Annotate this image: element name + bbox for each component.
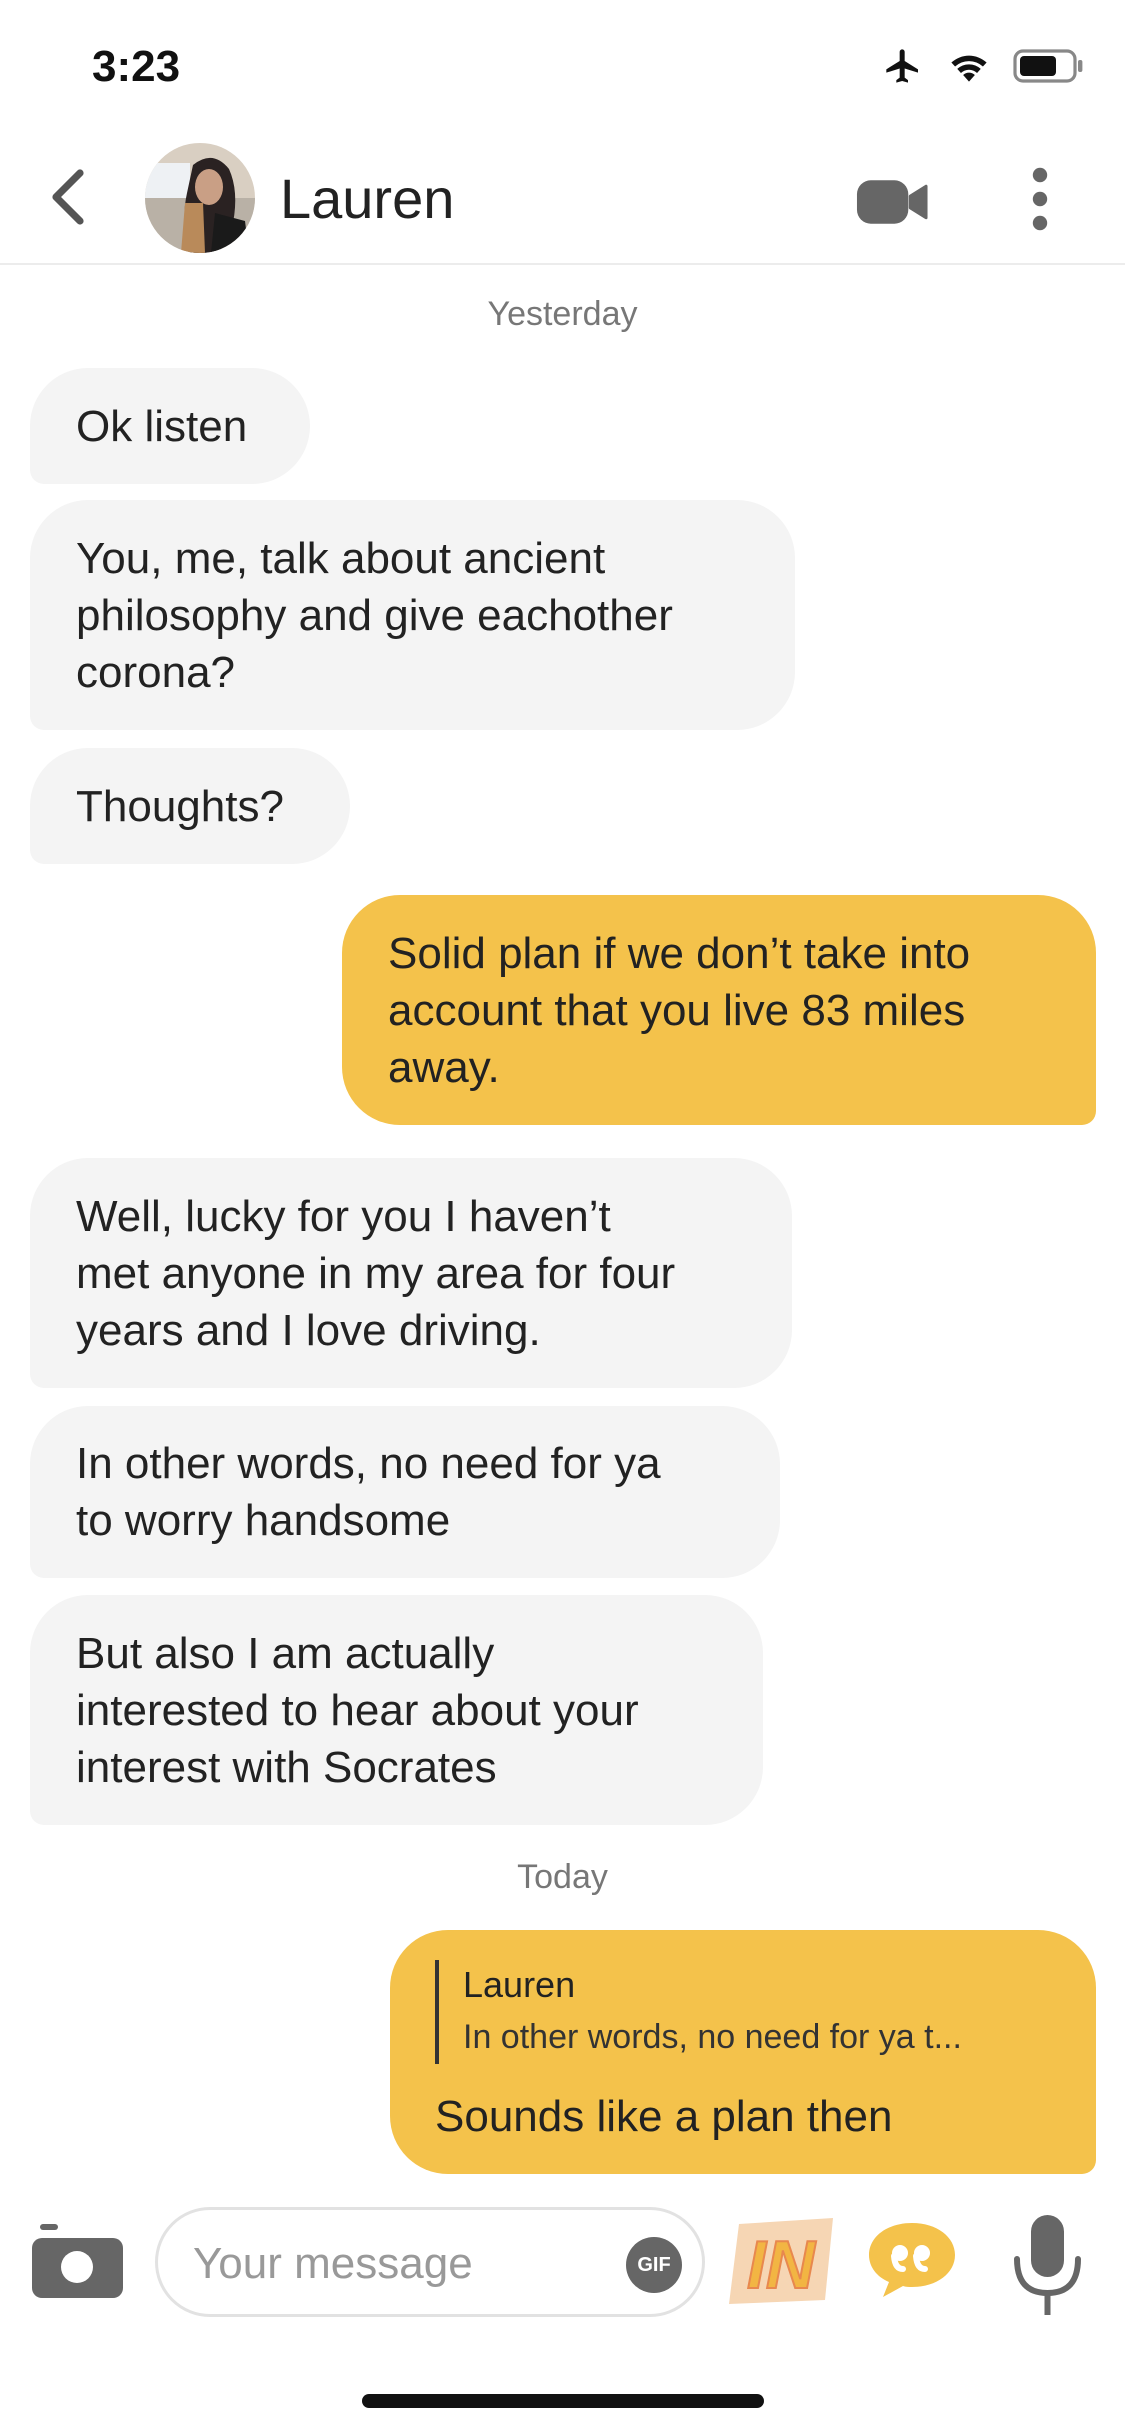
back-chevron-icon <box>52 169 84 225</box>
message-line: Sounds like a plan then <box>435 2091 893 2141</box>
more-options-button[interactable] <box>1020 164 1060 234</box>
message-line: Ok listen <box>76 401 248 451</box>
message-line: corona? <box>76 647 236 697</box>
airplane-icon <box>886 49 918 83</box>
camera-icon <box>32 2224 123 2298</box>
avatar[interactable] <box>145 143 255 253</box>
message-line: In other words, no need for ya <box>76 1439 661 1488</box>
status-bar: 3:23 <box>0 0 1125 130</box>
message-input[interactable] <box>193 2238 613 2290</box>
chat-header: Lauren <box>0 130 1125 265</box>
quoted-message[interactable]: Lauren In other words, no need for ya t.… <box>435 1959 1056 2064</box>
message-bubble-incoming[interactable]: You, me, talk about ancient philosophy a… <box>30 500 795 730</box>
status-time: 3:23 <box>92 42 181 91</box>
message-line: philosophy and give eachother <box>76 590 673 640</box>
message-line: away. <box>388 1042 500 1092</box>
microphone-icon <box>1014 2215 1081 2315</box>
day-separator-today: Today <box>517 1858 608 1896</box>
battery-icon <box>1013 49 1083 83</box>
message-line: interested to hear about your <box>76 1685 639 1735</box>
message-input-container: GIF <box>155 2207 705 2317</box>
in-badge-icon: IN <box>729 2218 833 2304</box>
message-bubble-outgoing[interactable]: Solid plan if we don’t take into account… <box>342 895 1096 1125</box>
quoted-text: In other words, no need for ya t... <box>463 2017 962 2056</box>
home-indicator[interactable] <box>362 2394 764 2408</box>
message-bubble-incoming[interactable]: In other words, no need for ya to worry … <box>30 1406 780 1578</box>
day-separator-yesterday: Yesterday <box>487 295 638 333</box>
video-call-button[interactable] <box>850 172 935 232</box>
quoted-author: Lauren <box>463 1963 576 2005</box>
message-line: Well, lucky for you I haven’t <box>76 1191 611 1241</box>
more-vertical-icon <box>1032 167 1048 231</box>
message-line: You, me, talk about ancient <box>76 533 606 583</box>
status-icons <box>881 46 1085 86</box>
message-bubble-incoming[interactable]: Well, lucky for you I haven’t met anyone… <box>30 1158 792 1388</box>
in-badge-button[interactable]: IN <box>725 2210 840 2310</box>
avatar-photo <box>145 143 255 253</box>
video-camera-icon <box>856 180 928 224</box>
contact-name[interactable]: Lauren <box>280 166 454 231</box>
gif-button[interactable]: GIF <box>626 2237 682 2293</box>
message-line: Thoughts? <box>76 781 284 831</box>
message-bubble-incoming[interactable]: Ok listen <box>30 368 310 484</box>
message-line: account that you live 83 miles <box>388 985 966 1035</box>
compliment-button[interactable] <box>865 2217 960 2302</box>
message-line: interest with Socrates <box>76 1742 497 1792</box>
message-line: years and I love driving. <box>76 1305 541 1355</box>
quote-bubble-icon <box>869 2223 955 2297</box>
wifi-icon <box>951 55 987 82</box>
message-bubble-incoming[interactable]: Thoughts? <box>30 748 350 864</box>
camera-button[interactable] <box>30 2220 125 2310</box>
message-bubble-outgoing-reply[interactable]: Lauren In other words, no need for ya t.… <box>390 1930 1096 2174</box>
message-line: to worry handsome <box>76 1496 451 1545</box>
in-badge-label: IN <box>747 2227 817 2303</box>
message-composer: GIF IN <box>0 2195 1125 2345</box>
voice-note-button[interactable] <box>1005 2207 1090 2322</box>
message-line: met anyone in my area for four <box>76 1248 676 1298</box>
back-button[interactable] <box>38 162 98 232</box>
message-bubble-incoming[interactable]: But also I am actually interested to hea… <box>30 1595 763 1825</box>
message-line: Solid plan if we don’t take into <box>388 928 971 978</box>
message-line: But also I am actually <box>76 1628 495 1678</box>
